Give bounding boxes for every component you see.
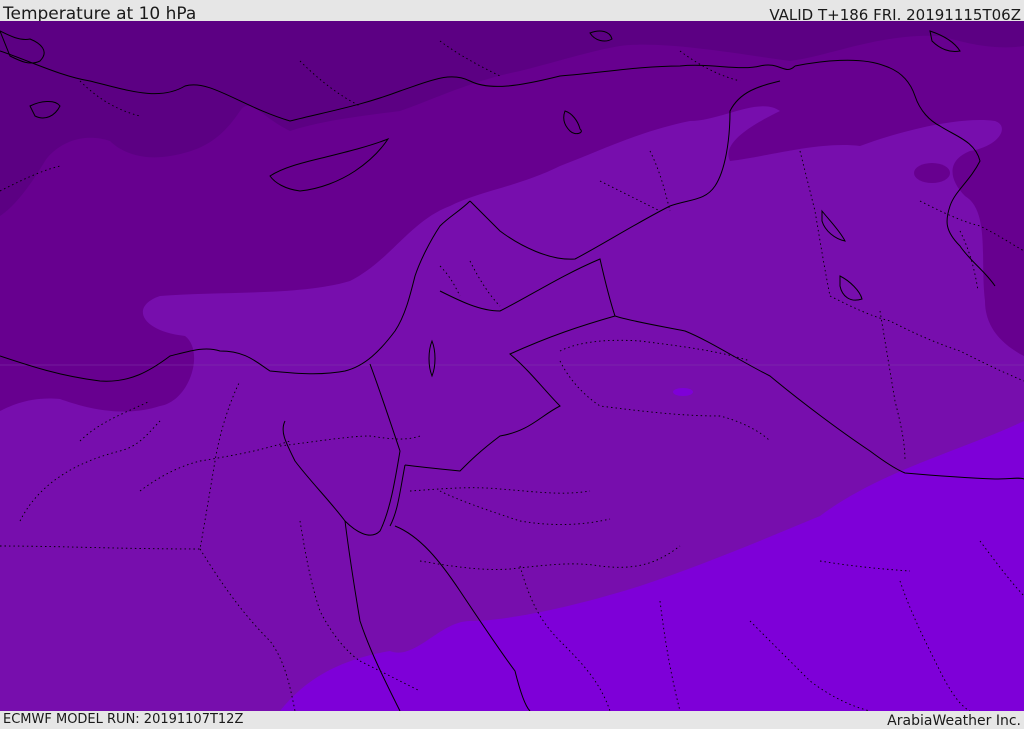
temperature-map bbox=[0, 21, 1024, 711]
model-run-label: ECMWF MODEL RUN: 20191107T12Z bbox=[3, 712, 244, 727]
map-canvas bbox=[0, 21, 1024, 711]
weather-map-frame: Temperature at 10 hPa VALID T+186 FRI. 2… bbox=[0, 0, 1024, 729]
cold-patch-east bbox=[914, 163, 950, 183]
warm-spot-center bbox=[673, 388, 693, 396]
credit-label: ArabiaWeather Inc. bbox=[887, 713, 1021, 729]
